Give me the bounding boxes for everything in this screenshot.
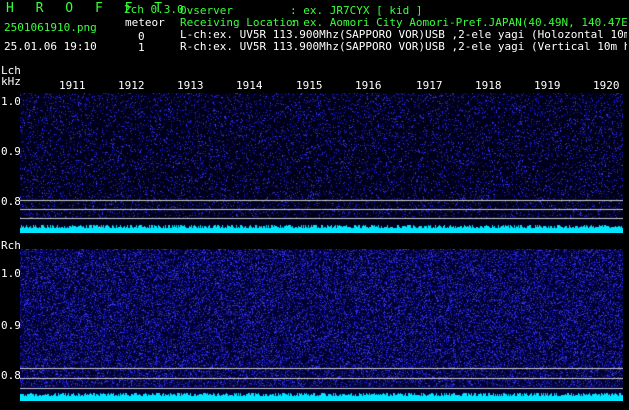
- rch-channel-label: Rch: [1, 239, 21, 252]
- rch-spectrogram: [20, 249, 623, 401]
- location-value: : ex. Aomori City Aomori-Pref.JAPAN(40.4…: [290, 16, 629, 29]
- x-tick-1914: 1914: [236, 79, 263, 92]
- rch-y-tick-0.9: 0.9: [1, 319, 21, 332]
- lch-y-tick-0.9: 0.9: [1, 145, 21, 158]
- rch-description: R-ch:ex. UV5R 113.900Mhz(SAPPORO VOR)USB…: [180, 41, 627, 52]
- filename-label: 2501061910.png: [4, 21, 97, 34]
- x-tick-1916: 1916: [355, 79, 382, 92]
- rch-count: 1: [138, 41, 145, 54]
- lch-unit-label: kHz: [1, 75, 21, 88]
- observer-value: : ex. JR7CYX [ kid ]: [290, 4, 423, 17]
- x-tick-1911: 1911: [59, 79, 86, 92]
- x-tick-1918: 1918: [475, 79, 502, 92]
- lch-y-tick-1.0: 1.0: [1, 95, 21, 108]
- rch-y-tick-0.8: 0.8: [1, 369, 21, 382]
- location-label: Receiving Location: [180, 16, 300, 29]
- x-tick-1913: 1913: [177, 79, 204, 92]
- lch-spectrogram: [20, 93, 623, 233]
- x-tick-1912: 1912: [118, 79, 145, 92]
- datetime-label: 25.01.06 19:10: [4, 40, 97, 53]
- observer-label: Ovserver: [180, 4, 233, 17]
- lch-spectrogram-canvas: [20, 93, 623, 233]
- meteor-label: meteor: [125, 16, 165, 29]
- x-tick-1919: 1919: [534, 79, 561, 92]
- rch-spectrogram-canvas: [20, 249, 623, 401]
- x-tick-1920: 1920: [593, 79, 620, 92]
- lch-description: L-ch:ex. UV5R 113.900Mhz(SAPPORO VOR)USB…: [180, 29, 627, 40]
- rch-y-tick-1.0: 1.0: [1, 267, 21, 280]
- x-tick-1915: 1915: [296, 79, 323, 92]
- lch-y-tick-0.8: 0.8: [1, 195, 21, 208]
- version-label: 2ch 0.3.0: [124, 3, 184, 16]
- x-tick-1917: 1917: [416, 79, 443, 92]
